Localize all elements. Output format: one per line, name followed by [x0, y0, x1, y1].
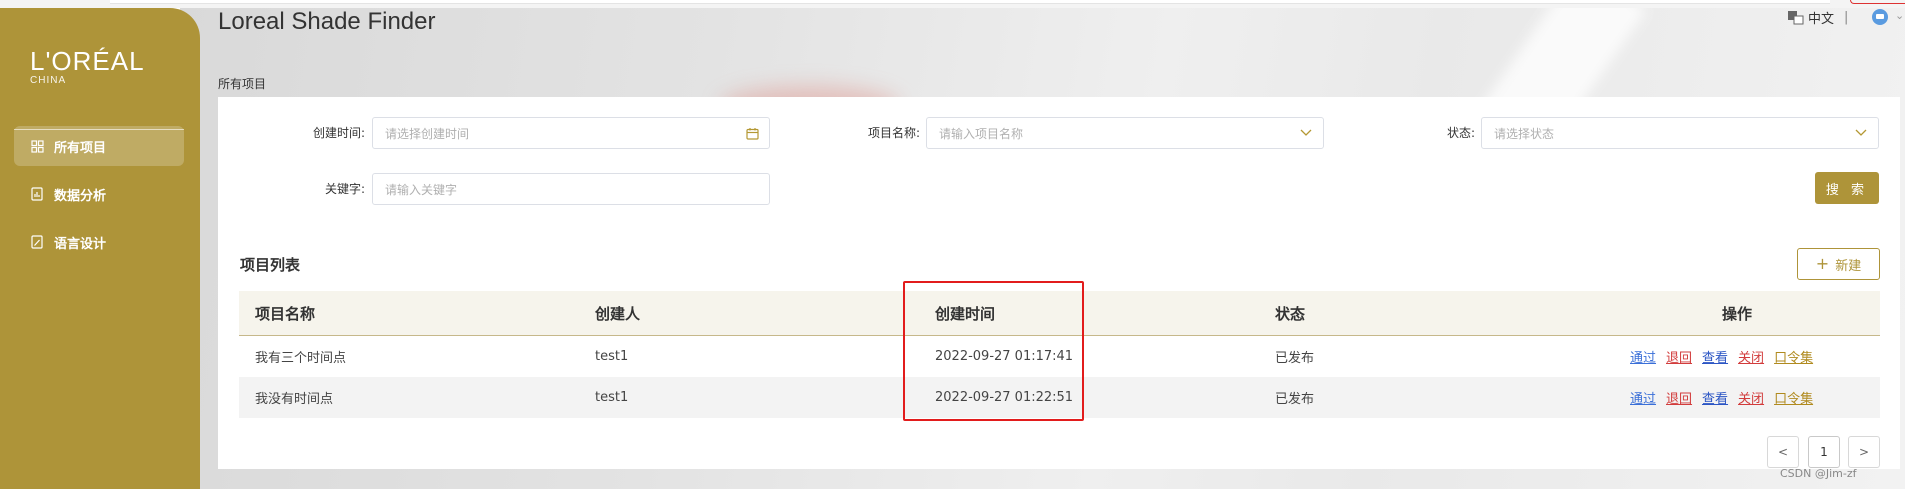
sidebar-item-all-projects[interactable]: 所有项目: [14, 126, 184, 166]
keyword-placeholder: 请输入关键字: [385, 182, 458, 197]
language-switch[interactable]: 中文 |: [1788, 8, 1858, 27]
password-set-link[interactable]: 口令集: [1774, 347, 1813, 366]
loreal-logo: L'ORÉAL CHINA: [30, 46, 145, 86]
annotation-highlight-box: [903, 281, 1084, 421]
row-actions: 通过 退回 查看 关闭 口令集: [1630, 377, 1823, 418]
sidebar-item-label: 语言设计: [54, 236, 107, 252]
column-header-creator[interactable]: 创建人: [595, 291, 640, 336]
cell-status: 已发布: [1275, 392, 1315, 407]
new-project-label: 新建: [1835, 258, 1862, 274]
created-time-placeholder: 请选择创建时间: [385, 126, 470, 141]
project-name-placeholder: 请输入项目名称: [939, 126, 1024, 141]
new-project-button[interactable]: + 新建: [1797, 248, 1880, 280]
project-name-select[interactable]: 请输入项目名称: [926, 117, 1324, 149]
prev-page-button[interactable]: <: [1767, 436, 1799, 468]
grid-icon: [30, 139, 44, 153]
sidebar-item-data-analysis[interactable]: 数据分析: [14, 174, 184, 214]
view-link[interactable]: 查看: [1702, 388, 1728, 407]
column-header-status[interactable]: 状态: [1275, 291, 1305, 336]
page-number: 1: [1820, 445, 1828, 459]
document-edit-icon: [30, 235, 44, 249]
watermark: CSDN @Jim-zf: [1780, 467, 1857, 480]
column-header-actions: 操作: [1722, 305, 1753, 323]
keyword-label: 关键字:: [324, 182, 365, 196]
document-chart-icon: [30, 187, 44, 201]
message-icon[interactable]: [1871, 8, 1889, 30]
created-time-label: 创建时间:: [312, 126, 365, 140]
next-page-button[interactable]: >: [1848, 436, 1880, 468]
chevron-left-icon: <: [1777, 445, 1789, 459]
plus-icon: +: [1815, 254, 1830, 273]
cell-creator: test1: [595, 349, 629, 364]
sidebar-item-language-design[interactable]: 语言设计: [14, 222, 184, 262]
sidebar-item-label: 数据分析: [54, 188, 107, 204]
header-separator: |: [1844, 10, 1849, 25]
chevron-down-icon: [1854, 126, 1868, 140]
approve-link[interactable]: 通过: [1630, 347, 1656, 366]
cell-project-name: 我有三个时间点: [255, 351, 347, 366]
keyword-input[interactable]: 请输入关键字: [372, 173, 770, 205]
view-link[interactable]: 查看: [1702, 347, 1728, 366]
status-label: 状态:: [1446, 126, 1475, 140]
cell-project-name: 我没有时间点: [255, 392, 334, 407]
approve-link[interactable]: 通过: [1630, 388, 1656, 407]
cell-status: 已发布: [1275, 351, 1315, 366]
chevron-down-icon: [1299, 126, 1313, 140]
chevron-down-icon[interactable]: ⌄: [1895, 9, 1904, 22]
cell-creator: test1: [595, 390, 629, 405]
breadcrumb: 所有项目: [218, 77, 267, 91]
address-bar-edge: [110, 0, 1830, 4]
browser-top-strip: [0, 0, 1905, 8]
highlight-corner-mark: [1850, 0, 1905, 4]
language-label: 中文: [1808, 12, 1835, 27]
sidebar-item-label: 所有项目: [54, 140, 107, 156]
logo-brand: L'ORÉAL: [30, 46, 145, 76]
language-icon: [1788, 10, 1804, 25]
project-list-title: 项目列表: [240, 256, 301, 274]
chevron-right-icon: >: [1858, 445, 1870, 459]
status-placeholder: 请选择状态: [1494, 126, 1555, 141]
password-set-link[interactable]: 口令集: [1774, 388, 1813, 407]
return-link[interactable]: 退回: [1666, 347, 1692, 366]
close-link[interactable]: 关闭: [1738, 388, 1764, 407]
column-header-project-name[interactable]: 项目名称: [255, 291, 315, 336]
logo-sub: CHINA: [30, 75, 67, 86]
close-link[interactable]: 关闭: [1738, 347, 1764, 366]
search-button[interactable]: 搜 索: [1815, 172, 1879, 204]
sidebar: L'ORÉAL CHINA 所有项目 数据分析 语言设计: [0, 8, 200, 489]
project-name-label: 项目名称:: [867, 126, 920, 140]
created-time-picker[interactable]: 请选择创建时间: [372, 117, 770, 149]
row-actions: 通过 退回 查看 关闭 口令集: [1630, 336, 1823, 377]
calendar-icon: [745, 126, 759, 140]
return-link[interactable]: 退回: [1666, 388, 1692, 407]
app-title: Loreal Shade Finder: [218, 8, 436, 35]
page-number-button[interactable]: 1: [1808, 436, 1840, 468]
status-select[interactable]: 请选择状态: [1481, 117, 1879, 149]
